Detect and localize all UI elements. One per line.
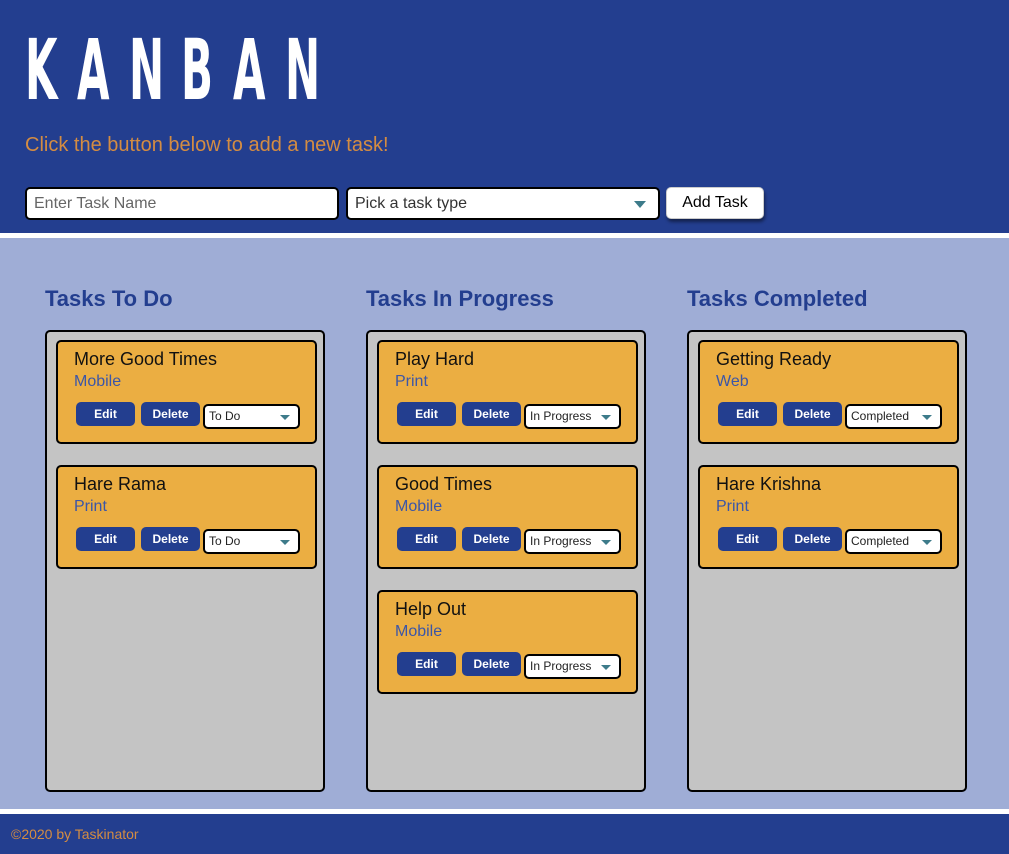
task-type-select[interactable]: Pick a task type xyxy=(346,187,660,220)
task-status-value: Completed xyxy=(851,534,910,548)
header-subtitle: Click the button below to add a new task… xyxy=(25,134,389,156)
chevron-down-icon xyxy=(601,665,611,670)
task-card: More Good Times Mobile Edit Delete To Do xyxy=(56,340,317,444)
delete-task-button[interactable]: Delete xyxy=(783,527,842,551)
delete-task-button[interactable]: Delete xyxy=(141,402,200,426)
task-status-select[interactable]: In Progress xyxy=(524,404,621,429)
chevron-down-icon xyxy=(601,415,611,420)
delete-task-button[interactable]: Delete xyxy=(462,527,521,551)
add-task-button[interactable]: Add Task xyxy=(666,187,764,219)
task-type: Print xyxy=(74,498,107,515)
task-name: Hare Rama xyxy=(74,474,167,494)
column-title: Tasks To Do xyxy=(45,286,173,311)
task-name: Good Times xyxy=(395,474,493,494)
task-card: Getting Ready Web Edit Delete Completed xyxy=(698,340,959,444)
edit-task-button[interactable]: Edit xyxy=(718,402,777,426)
logo-letter: A xyxy=(233,21,266,119)
task-status-value: In Progress xyxy=(530,409,592,423)
edit-task-button[interactable]: Edit xyxy=(397,652,456,676)
task-status-select[interactable]: To Do xyxy=(203,529,300,554)
task-status-value: To Do xyxy=(209,534,241,548)
footer-copyright: ©2020 by Taskinator xyxy=(11,826,139,842)
column-title: Tasks In Progress xyxy=(366,286,554,311)
task-card: Hare Krishna Print Edit Delete Completed xyxy=(698,465,959,569)
chevron-down-icon xyxy=(634,201,646,208)
logo-letter: N xyxy=(129,21,165,119)
task-card: Play Hard Print Edit Delete In Progress xyxy=(377,340,638,444)
task-type: Print xyxy=(395,373,428,390)
task-status-select[interactable]: To Do xyxy=(203,404,300,429)
task-type-select-value: Pick a task type xyxy=(355,194,468,212)
page-footer: ©2020 by Taskinator xyxy=(0,814,1009,854)
column-title: Tasks Completed xyxy=(687,286,868,311)
logo-letter: K xyxy=(25,21,58,119)
delete-task-button[interactable]: Delete xyxy=(462,652,521,676)
task-name-input[interactable] xyxy=(25,187,339,220)
task-status-select[interactable]: In Progress xyxy=(524,654,621,679)
task-status-value: In Progress xyxy=(530,534,592,548)
task-status-select[interactable]: Completed xyxy=(845,529,942,554)
task-list: More Good Times Mobile Edit Delete To Do Hare… xyxy=(45,330,325,792)
task-name: Hare Krishna xyxy=(716,474,822,494)
logo-letter: N xyxy=(285,21,321,119)
page-header: K A N B A N Click the button below to ad… xyxy=(0,0,1009,233)
kanban-logo: K A N B A N xyxy=(25,25,337,115)
task-name: More Good Times xyxy=(74,349,218,369)
task-status-value: Completed xyxy=(851,409,910,423)
column-in-progress: Tasks In Progress Play Hard Print Edit Delet… xyxy=(366,285,646,792)
column-to-do: Tasks To Do More Good Times Mobile Edit Dele… xyxy=(45,285,325,792)
task-list: Play Hard Print Edit Delete In Progress Good … xyxy=(366,330,646,792)
delete-task-button[interactable]: Delete xyxy=(783,402,842,426)
task-list: Getting Ready Web Edit Delete Completed Hare … xyxy=(687,330,967,792)
chevron-down-icon xyxy=(280,415,290,420)
logo-letter: A xyxy=(77,21,110,119)
chevron-down-icon xyxy=(922,415,932,420)
delete-task-button[interactable]: Delete xyxy=(141,527,200,551)
chevron-down-icon xyxy=(601,540,611,545)
task-type: Mobile xyxy=(74,373,122,390)
task-status-select[interactable]: In Progress xyxy=(524,529,621,554)
task-type: Mobile xyxy=(395,623,443,640)
task-name: Play Hard xyxy=(395,349,475,369)
chevron-down-icon xyxy=(922,540,932,545)
task-status-value: In Progress xyxy=(530,659,592,673)
task-status-select[interactable]: Completed xyxy=(845,404,942,429)
task-type: Mobile xyxy=(395,498,443,515)
delete-task-button[interactable]: Delete xyxy=(462,402,521,426)
task-name: Help Out xyxy=(395,599,467,619)
edit-task-button[interactable]: Edit xyxy=(397,402,456,426)
task-name: Getting Ready xyxy=(716,349,832,369)
chevron-down-icon xyxy=(280,540,290,545)
edit-task-button[interactable]: Edit xyxy=(76,527,135,551)
edit-task-button[interactable]: Edit xyxy=(718,527,777,551)
task-card: Good Times Mobile Edit Delete In Progress xyxy=(377,465,638,569)
task-type: Web xyxy=(716,373,749,390)
logo-letter: B xyxy=(181,21,214,119)
edit-task-button[interactable]: Edit xyxy=(76,402,135,426)
edit-task-button[interactable]: Edit xyxy=(397,527,456,551)
column-completed: Tasks Completed Getting Ready Web Edit Delet… xyxy=(687,285,967,792)
task-status-value: To Do xyxy=(209,409,241,423)
task-card: Hare Rama Print Edit Delete To Do xyxy=(56,465,317,569)
task-card: Help Out Mobile Edit Delete In Progress xyxy=(377,590,638,694)
task-type: Print xyxy=(716,498,749,515)
